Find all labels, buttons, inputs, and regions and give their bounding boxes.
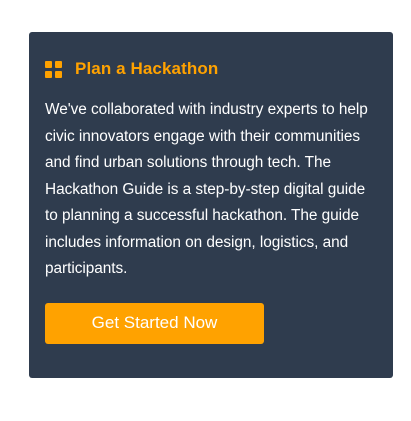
grid-icon <box>45 60 62 78</box>
grid-icon-cell <box>45 70 52 78</box>
card-header: Plan a Hackathon <box>45 58 377 80</box>
grid-icon-cell <box>55 70 62 78</box>
card-description: We've collaborated with industry experts… <box>45 101 368 277</box>
get-started-button[interactable]: Get Started Now <box>45 302 264 344</box>
hackathon-card: Plan a Hackathon We've collaborated with… <box>29 32 393 378</box>
grid-icon-cell <box>45 60 52 68</box>
card-title: Plan a Hackathon <box>75 59 219 78</box>
grid-icon-cell <box>55 60 62 68</box>
